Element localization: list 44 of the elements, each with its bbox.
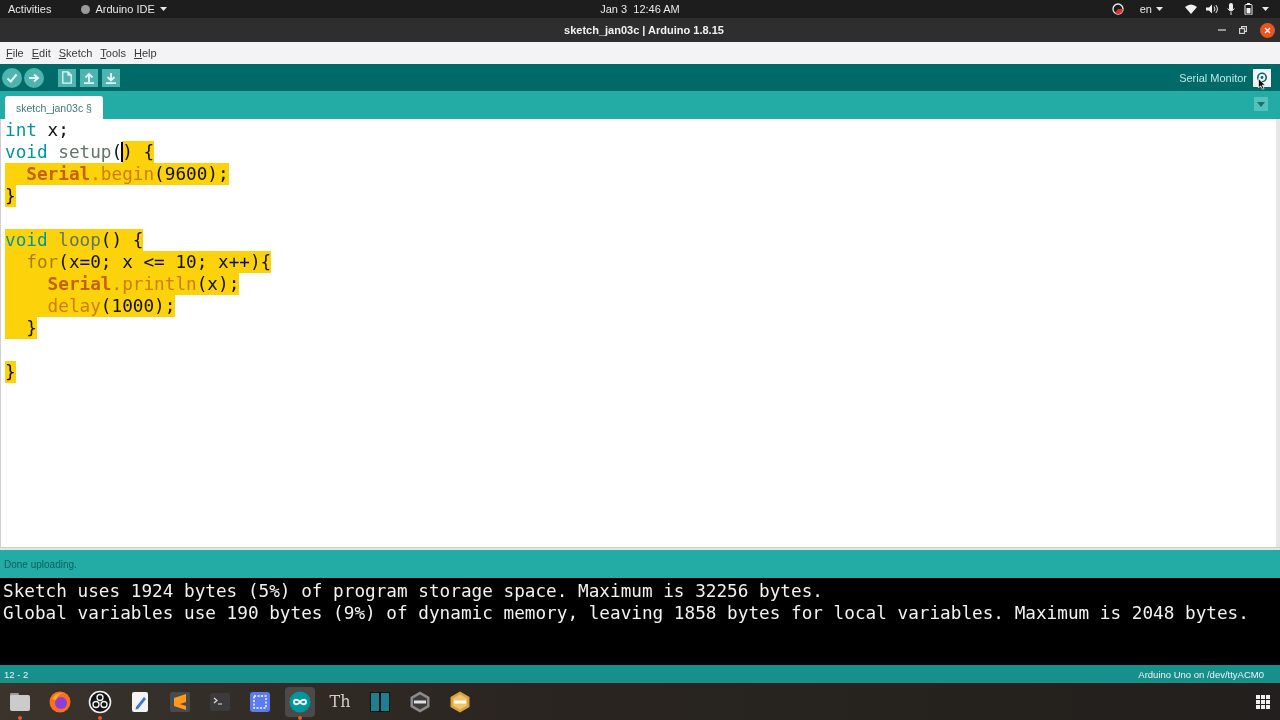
app-menu-button[interactable]: Arduino IDE bbox=[81, 3, 167, 15]
caret-icon[interactable] bbox=[1262, 7, 1269, 11]
menu-item[interactable]: Edit bbox=[31, 47, 51, 59]
dock-app-button[interactable]: Th bbox=[325, 686, 355, 717]
microphone-icon[interactable] bbox=[1227, 3, 1235, 15]
verify-button[interactable] bbox=[2, 67, 22, 88]
menu-item[interactable]: Sketch bbox=[58, 47, 93, 59]
menu-item[interactable]: Tools bbox=[100, 47, 127, 59]
ring-indicator-icon[interactable] bbox=[1111, 3, 1124, 15]
code-line: int x; bbox=[5, 119, 69, 141]
serial-monitor-label: Serial Monitor bbox=[1179, 71, 1247, 84]
new-button[interactable] bbox=[58, 68, 76, 87]
language-button[interactable]: en bbox=[1139, 3, 1163, 15]
close-icon[interactable] bbox=[1260, 22, 1275, 38]
code-line: delay(1000); bbox=[5, 295, 176, 317]
caret-icon[interactable] bbox=[1156, 7, 1163, 11]
tab-menu-button[interactable] bbox=[1254, 97, 1268, 111]
volume-icon[interactable] bbox=[1206, 4, 1218, 14]
cursor-position: 12 - 2 bbox=[4, 668, 29, 680]
code-line: void setup() { bbox=[5, 141, 155, 163]
caret-icon[interactable] bbox=[159, 7, 167, 11]
console-line: Global variables use 190 bytes (9%) of dynamic memory, leaving 1858 bytes for local variables. Maximum is 2048 bytes. bbox=[3, 602, 1249, 624]
clock-button[interactable]: Jan 3 12:46 AM bbox=[600, 3, 680, 15]
code-line: Serial.begin(9600); bbox=[5, 163, 229, 185]
console-line: Sketch uses 1924 bytes (5%) of program storage space. Maximum is 32256 bytes. bbox=[3, 580, 823, 602]
battery-icon[interactable] bbox=[1244, 3, 1253, 15]
menu-item[interactable]: File bbox=[6, 47, 24, 59]
wifi-icon[interactable] bbox=[1185, 4, 1197, 14]
upload-button[interactable] bbox=[24, 67, 44, 88]
mouse-pointer-icon bbox=[1258, 78, 1266, 90]
check-icon[interactable] bbox=[6, 72, 18, 83]
board-port-label: Arduino Uno on /dev/ttyACM0 bbox=[1138, 668, 1264, 680]
status-message: Done uploading. bbox=[4, 558, 77, 570]
menu-item[interactable]: Help bbox=[134, 47, 157, 59]
window-title: sketch_jan03c | Arduino 1.8.15 bbox=[563, 24, 725, 36]
code-line: void loop() { bbox=[5, 229, 144, 251]
file-tab[interactable]: sketch_jan03c § bbox=[5, 96, 103, 119]
code-line: for(x=0; x <= 10; x++){ bbox=[5, 251, 272, 273]
apps-grid-icon[interactable] bbox=[1256, 694, 1270, 709]
code-line: Serial.println(x); bbox=[5, 273, 240, 295]
app-dot-icon[interactable] bbox=[81, 4, 91, 14]
restore-icon[interactable] bbox=[1239, 26, 1247, 34]
triangle-down-icon[interactable] bbox=[1257, 101, 1265, 107]
activities-button[interactable]: Activities bbox=[8, 3, 52, 15]
